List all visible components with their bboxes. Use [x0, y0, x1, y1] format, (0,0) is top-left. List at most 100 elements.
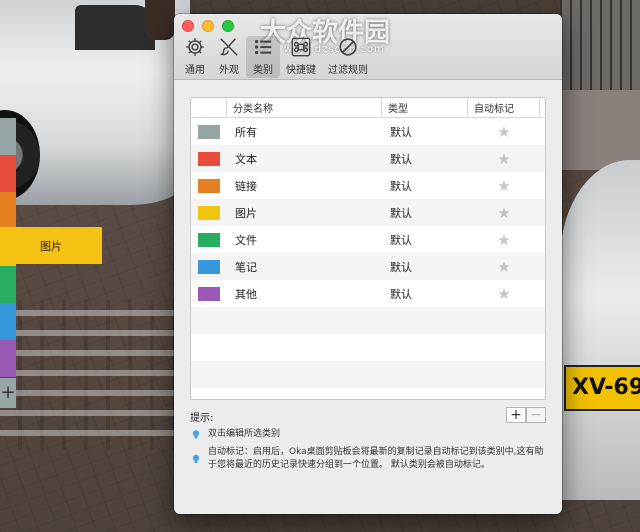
- background-sidewalk: [562, 90, 640, 170]
- star-icon[interactable]: ★: [468, 177, 540, 195]
- background-car-right: [560, 160, 640, 500]
- tab-label: 过滤规则: [328, 65, 368, 76]
- rail-color-segment[interactable]: [0, 155, 16, 192]
- category-name[interactable]: 图片: [227, 205, 382, 221]
- tab-label: 快捷键: [286, 65, 316, 76]
- header-type[interactable]: 类型: [382, 98, 468, 117]
- table-row[interactable]: 所有 默认 ★: [191, 118, 545, 145]
- rail-color-segment[interactable]: [0, 266, 16, 303]
- rail-add-button[interactable]: +: [0, 378, 16, 408]
- rail-color-segment[interactable]: [0, 118, 16, 155]
- star-icon[interactable]: ★: [468, 204, 540, 222]
- lightbulb-icon: [192, 430, 200, 439]
- rail-color-segment[interactable]: [0, 192, 16, 229]
- background-person: [145, 0, 175, 40]
- category-type: 默认: [390, 179, 412, 193]
- empty-row: [191, 388, 545, 415]
- header-auto-mark[interactable]: 自动标记: [468, 98, 540, 117]
- color-cell: [191, 232, 227, 247]
- background-pavement: [0, 300, 175, 450]
- table-row[interactable]: 文本 默认 ★: [191, 145, 545, 172]
- hints-label: 提示:: [190, 413, 214, 424]
- category-type: 默认: [390, 152, 412, 166]
- color-swatch[interactable]: [198, 205, 220, 220]
- star-icon[interactable]: ★: [468, 123, 540, 141]
- category-name[interactable]: 链接: [227, 178, 382, 194]
- table-row[interactable]: 笔记 默认 ★: [191, 253, 545, 280]
- background-bikes: [560, 0, 640, 90]
- toolbar: 大众软件园 www.dzsoon.com 通用 外观 类别 快捷键 过滤规则: [174, 14, 562, 80]
- license-plate: XV-69: [564, 365, 640, 411]
- categories-pane: 分类名称 类型 自动标记 所有 默认 ★ 文本 默认 ★ 链接 默认 ★ 图片 默认 ★ 文件 默认 ★ 笔记…: [190, 97, 546, 400]
- block-icon: [339, 38, 357, 56]
- hint-double-click: 双击编辑所选类别: [190, 428, 280, 441]
- color-cell: [191, 124, 227, 139]
- car-window: [75, 5, 155, 50]
- minimize-button[interactable]: [202, 20, 214, 32]
- hint-text: 自动标记：启用后，Oka桌面剪贴板会将最新的复制记录自动标记到该类别中,这有助于…: [208, 447, 544, 470]
- table-row[interactable]: 链接 默认 ★: [191, 172, 545, 199]
- star-icon[interactable]: ★: [468, 258, 540, 276]
- color-cell: [191, 205, 227, 220]
- category-name[interactable]: 其他: [227, 286, 382, 302]
- color-swatch[interactable]: [198, 286, 220, 301]
- table-header: 分类名称 类型 自动标记: [191, 98, 545, 118]
- category-name[interactable]: 文件: [227, 232, 382, 248]
- category-type: 默认: [390, 206, 412, 220]
- table-body: 所有 默认 ★ 文本 默认 ★ 链接 默认 ★ 图片 默认 ★ 文件 默认 ★ 笔记 默认 ★ 其他 默认 ★: [191, 118, 545, 415]
- color-swatch[interactable]: [198, 151, 220, 166]
- floating-category-tab[interactable]: 图片: [0, 227, 102, 264]
- command-icon: [291, 37, 311, 57]
- table-row[interactable]: 图片 默认 ★: [191, 199, 545, 226]
- add-category-button[interactable]: +: [506, 407, 526, 423]
- preferences-window: 大众软件园 www.dzsoon.com 通用 外观 类别 快捷键 过滤规则 分…: [174, 14, 562, 514]
- star-icon[interactable]: ★: [468, 231, 540, 249]
- header-color: [191, 98, 227, 117]
- list-icon: [254, 39, 272, 55]
- close-button[interactable]: [182, 20, 194, 32]
- tab-categories[interactable]: 类别: [246, 36, 280, 78]
- remove-category-button[interactable]: −: [526, 407, 546, 423]
- tab-general[interactable]: 通用: [178, 36, 212, 78]
- category-type: 默认: [390, 287, 412, 301]
- category-name[interactable]: 笔记: [227, 259, 382, 275]
- color-cell: [191, 259, 227, 274]
- empty-row: [191, 361, 545, 388]
- category-type: 默认: [390, 233, 412, 247]
- color-swatch[interactable]: [198, 259, 220, 274]
- categories-table: 分类名称 类型 自动标记 所有 默认 ★ 文本 默认 ★ 链接 默认 ★ 图片 默认 ★ 文件 默认 ★ 笔记…: [190, 97, 546, 400]
- header-name[interactable]: 分类名称: [227, 98, 382, 117]
- window-controls: [182, 20, 234, 32]
- empty-row: [191, 307, 545, 334]
- tab-label: 外观: [219, 65, 239, 76]
- preferences-tabs: 通用 外观 类别 快捷键 过滤规则: [178, 36, 374, 78]
- table-row[interactable]: 文件 默认 ★: [191, 226, 545, 253]
- color-cell: [191, 178, 227, 193]
- zoom-button[interactable]: [222, 20, 234, 32]
- category-name[interactable]: 所有: [227, 124, 382, 140]
- table-row[interactable]: 其他 默认 ★: [191, 280, 545, 307]
- hint-auto-mark: 自动标记：启用后，Oka桌面剪贴板会将最新的复制记录自动标记到该类别中,这有助于…: [190, 446, 550, 472]
- tab-filter-rules[interactable]: 过滤规则: [322, 36, 374, 78]
- star-icon[interactable]: ★: [468, 285, 540, 303]
- hint-text: 双击编辑所选类别: [208, 429, 281, 439]
- color-swatch[interactable]: [198, 232, 220, 247]
- color-swatch[interactable]: [198, 178, 220, 193]
- category-type: 默认: [390, 260, 412, 274]
- category-type: 默认: [390, 125, 412, 139]
- gear-icon: [186, 38, 204, 56]
- color-cell: [191, 286, 227, 301]
- tab-label: 通用: [185, 65, 205, 76]
- category-name[interactable]: 文本: [227, 151, 382, 167]
- lightbulb-icon: [192, 454, 200, 463]
- tab-label: 类别: [253, 65, 273, 76]
- brush-icon: [220, 38, 238, 56]
- rail-color-segment[interactable]: [0, 340, 16, 377]
- tab-shortcuts[interactable]: 快捷键: [280, 36, 322, 78]
- add-remove-controls: + −: [506, 407, 546, 423]
- rail-color-segment[interactable]: [0, 303, 16, 340]
- star-icon[interactable]: ★: [468, 150, 540, 168]
- color-swatch[interactable]: [198, 124, 220, 139]
- color-cell: [191, 151, 227, 166]
- tab-appearance[interactable]: 外观: [212, 36, 246, 78]
